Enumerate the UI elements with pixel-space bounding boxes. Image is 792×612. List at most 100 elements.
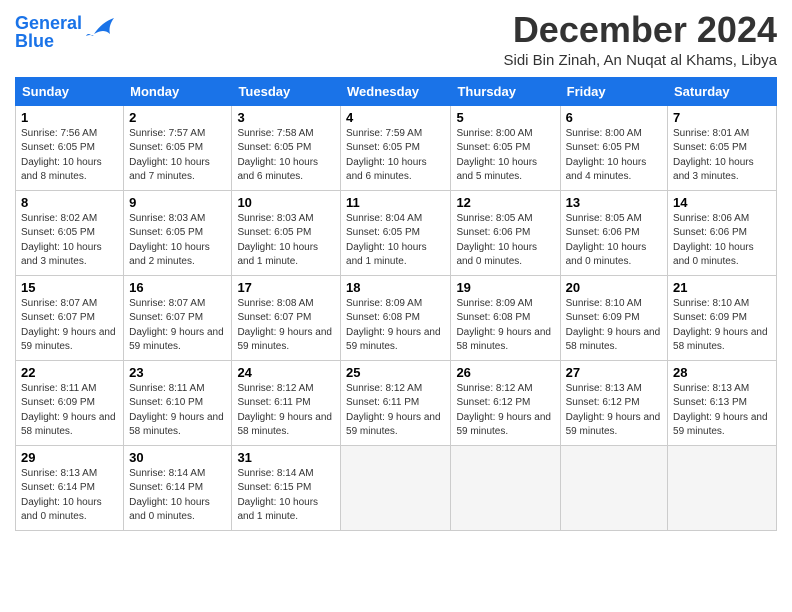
- calendar-cell: 28 Sunrise: 8:13 AMSunset: 6:13 PMDayligh…: [668, 360, 777, 445]
- calendar-cell: 22Sunrise: 8:11 AMSunset: 6:09 PMDayligh…: [16, 360, 124, 445]
- day-number: 5: [456, 110, 554, 125]
- day-info: Sunrise: 8:02 AMSunset: 6:05 PMDaylight:…: [21, 212, 118, 270]
- day-info: Sunrise: 8:10 AMSunset: 6:09 PMDaylight:…: [566, 297, 662, 355]
- day-info: Sunrise: 8:14 AMSunset: 6:15 PMDaylight:…: [237, 467, 335, 525]
- day-number: 12: [456, 195, 554, 210]
- day-info: Sunrise: 7:56 AMSunset: 6:05 PMDaylight:…: [21, 127, 118, 185]
- day-info: Sunrise: 8:13 AMSunset: 6:12 PMDaylight:…: [566, 382, 662, 440]
- day-info: Sunrise: 8:05 AMSunset: 6:06 PMDaylight:…: [566, 212, 662, 270]
- day-number: 7: [673, 110, 771, 125]
- calendar-cell: 27 Sunrise: 8:13 AMSunset: 6:12 PMDayligh…: [560, 360, 667, 445]
- logo-bird-icon: [84, 14, 116, 42]
- day-number: 11: [346, 195, 445, 210]
- day-number: 24: [237, 365, 335, 380]
- calendar-cell: 15 Sunrise: 8:07 AMSunset: 6:07 PMDayligh…: [16, 275, 124, 360]
- calendar-cell: 3 Sunrise: 7:58 AMSunset: 6:05 PMDaylight…: [232, 105, 341, 190]
- calendar-cell: 13 Sunrise: 8:05 AMSunset: 6:06 PMDayligh…: [560, 190, 667, 275]
- day-number: 27: [566, 365, 662, 380]
- day-number: 8: [21, 195, 118, 210]
- calendar-cell: 8 Sunrise: 8:02 AMSunset: 6:05 PMDaylight…: [16, 190, 124, 275]
- day-number: 9: [129, 195, 226, 210]
- day-info: Sunrise: 8:06 AMSunset: 6:06 PMDaylight:…: [673, 212, 771, 270]
- day-info: Sunrise: 8:04 AMSunset: 6:05 PMDaylight:…: [346, 212, 445, 270]
- day-info: Sunrise: 8:07 AMSunset: 6:07 PMDaylight:…: [129, 297, 226, 355]
- weekday-header-saturday: Saturday: [668, 77, 777, 105]
- calendar-cell: 10 Sunrise: 8:03 AMSunset: 6:05 PMDayligh…: [232, 190, 341, 275]
- day-info: Sunrise: 7:59 AMSunset: 6:05 PMDaylight:…: [346, 127, 445, 185]
- calendar-cell: 30 Sunrise: 8:14 AMSunset: 6:14 PMDayligh…: [124, 445, 232, 530]
- weekday-header-wednesday: Wednesday: [341, 77, 451, 105]
- day-number: 14: [673, 195, 771, 210]
- calendar-cell: 23Sunrise: 8:11 AMSunset: 6:10 PMDayligh…: [124, 360, 232, 445]
- calendar-cell: 1 Sunrise: 7:56 AMSunset: 6:05 PMDaylight…: [16, 105, 124, 190]
- day-number: 28: [673, 365, 771, 380]
- week-row-1: 1 Sunrise: 7:56 AMSunset: 6:05 PMDaylight…: [16, 105, 777, 190]
- calendar-cell: [341, 445, 451, 530]
- day-info: Sunrise: 8:12 AMSunset: 6:12 PMDaylight:…: [456, 382, 554, 440]
- week-row-3: 15 Sunrise: 8:07 AMSunset: 6:07 PMDayligh…: [16, 275, 777, 360]
- calendar-cell: 12 Sunrise: 8:05 AMSunset: 6:06 PMDayligh…: [451, 190, 560, 275]
- day-number: 17: [237, 280, 335, 295]
- calendar-cell: [668, 445, 777, 530]
- calendar-cell: 9 Sunrise: 8:03 AMSunset: 6:05 PMDaylight…: [124, 190, 232, 275]
- weekday-header-thursday: Thursday: [451, 77, 560, 105]
- day-number: 31: [237, 450, 335, 465]
- day-number: 30: [129, 450, 226, 465]
- month-year-title: December 2024: [504, 10, 778, 50]
- day-info: Sunrise: 8:13 AMSunset: 6:14 PMDaylight:…: [21, 467, 118, 525]
- day-info: Sunrise: 8:14 AMSunset: 6:14 PMDaylight:…: [129, 467, 226, 525]
- day-number: 16: [129, 280, 226, 295]
- day-number: 21: [673, 280, 771, 295]
- calendar-cell: 7 Sunrise: 8:01 AMSunset: 6:05 PMDaylight…: [668, 105, 777, 190]
- weekday-header-sunday: Sunday: [16, 77, 124, 105]
- day-number: 3: [237, 110, 335, 125]
- day-info: Sunrise: 7:57 AMSunset: 6:05 PMDaylight:…: [129, 127, 226, 185]
- page-header: GeneralBlue December 2024 Sidi Bin Zinah…: [15, 10, 777, 69]
- day-info: Sunrise: 7:58 AMSunset: 6:05 PMDaylight:…: [237, 127, 335, 185]
- day-info: Sunrise: 8:11 AMSunset: 6:09 PMDaylight:…: [21, 382, 118, 440]
- weekday-header-friday: Friday: [560, 77, 667, 105]
- day-info: Sunrise: 8:10 AMSunset: 6:09 PMDaylight:…: [673, 297, 771, 355]
- calendar-cell: 6Sunrise: 8:00 AMSunset: 6:05 PMDaylight…: [560, 105, 667, 190]
- day-info: Sunrise: 8:07 AMSunset: 6:07 PMDaylight:…: [21, 297, 118, 355]
- day-info: Sunrise: 8:01 AMSunset: 6:05 PMDaylight:…: [673, 127, 771, 185]
- day-info: Sunrise: 8:09 AMSunset: 6:08 PMDaylight:…: [456, 297, 554, 355]
- day-info: Sunrise: 8:03 AMSunset: 6:05 PMDaylight:…: [237, 212, 335, 270]
- day-number: 4: [346, 110, 445, 125]
- calendar-table: SundayMondayTuesdayWednesdayThursdayFrid…: [15, 77, 777, 531]
- day-info: Sunrise: 8:03 AMSunset: 6:05 PMDaylight:…: [129, 212, 226, 270]
- day-number: 25: [346, 365, 445, 380]
- day-number: 20: [566, 280, 662, 295]
- day-number: 19: [456, 280, 554, 295]
- day-number: 1: [21, 110, 118, 125]
- day-number: 18: [346, 280, 445, 295]
- week-row-5: 29 Sunrise: 8:13 AMSunset: 6:14 PMDayligh…: [16, 445, 777, 530]
- logo: GeneralBlue: [15, 14, 116, 50]
- calendar-cell: 17Sunrise: 8:08 AMSunset: 6:07 PMDayligh…: [232, 275, 341, 360]
- day-number: 13: [566, 195, 662, 210]
- day-number: 29: [21, 450, 118, 465]
- calendar-cell: [451, 445, 560, 530]
- calendar-cell: 11 Sunrise: 8:04 AMSunset: 6:05 PMDayligh…: [341, 190, 451, 275]
- calendar-cell: 5Sunrise: 8:00 AMSunset: 6:05 PMDaylight…: [451, 105, 560, 190]
- week-row-4: 22Sunrise: 8:11 AMSunset: 6:09 PMDayligh…: [16, 360, 777, 445]
- calendar-cell: 26Sunrise: 8:12 AMSunset: 6:12 PMDayligh…: [451, 360, 560, 445]
- day-number: 6: [566, 110, 662, 125]
- calendar-cell: 20 Sunrise: 8:10 AMSunset: 6:09 PMDayligh…: [560, 275, 667, 360]
- calendar-cell: 29 Sunrise: 8:13 AMSunset: 6:14 PMDayligh…: [16, 445, 124, 530]
- calendar-cell: 2 Sunrise: 7:57 AMSunset: 6:05 PMDaylight…: [124, 105, 232, 190]
- day-info: Sunrise: 8:13 AMSunset: 6:13 PMDaylight:…: [673, 382, 771, 440]
- calendar-cell: 24 Sunrise: 8:12 AMSunset: 6:11 PMDayligh…: [232, 360, 341, 445]
- day-number: 15: [21, 280, 118, 295]
- calendar-cell: [560, 445, 667, 530]
- day-number: 2: [129, 110, 226, 125]
- week-row-2: 8 Sunrise: 8:02 AMSunset: 6:05 PMDaylight…: [16, 190, 777, 275]
- calendar-cell: 19 Sunrise: 8:09 AMSunset: 6:08 PMDayligh…: [451, 275, 560, 360]
- calendar-cell: 4 Sunrise: 7:59 AMSunset: 6:05 PMDaylight…: [341, 105, 451, 190]
- day-info: Sunrise: 8:12 AMSunset: 6:11 PMDaylight:…: [346, 382, 445, 440]
- day-info: Sunrise: 8:12 AMSunset: 6:11 PMDaylight:…: [237, 382, 335, 440]
- day-number: 23: [129, 365, 226, 380]
- day-info: Sunrise: 8:05 AMSunset: 6:06 PMDaylight:…: [456, 212, 554, 270]
- location-subtitle: Sidi Bin Zinah, An Nuqat al Khams, Libya: [504, 52, 778, 69]
- day-number: 10: [237, 195, 335, 210]
